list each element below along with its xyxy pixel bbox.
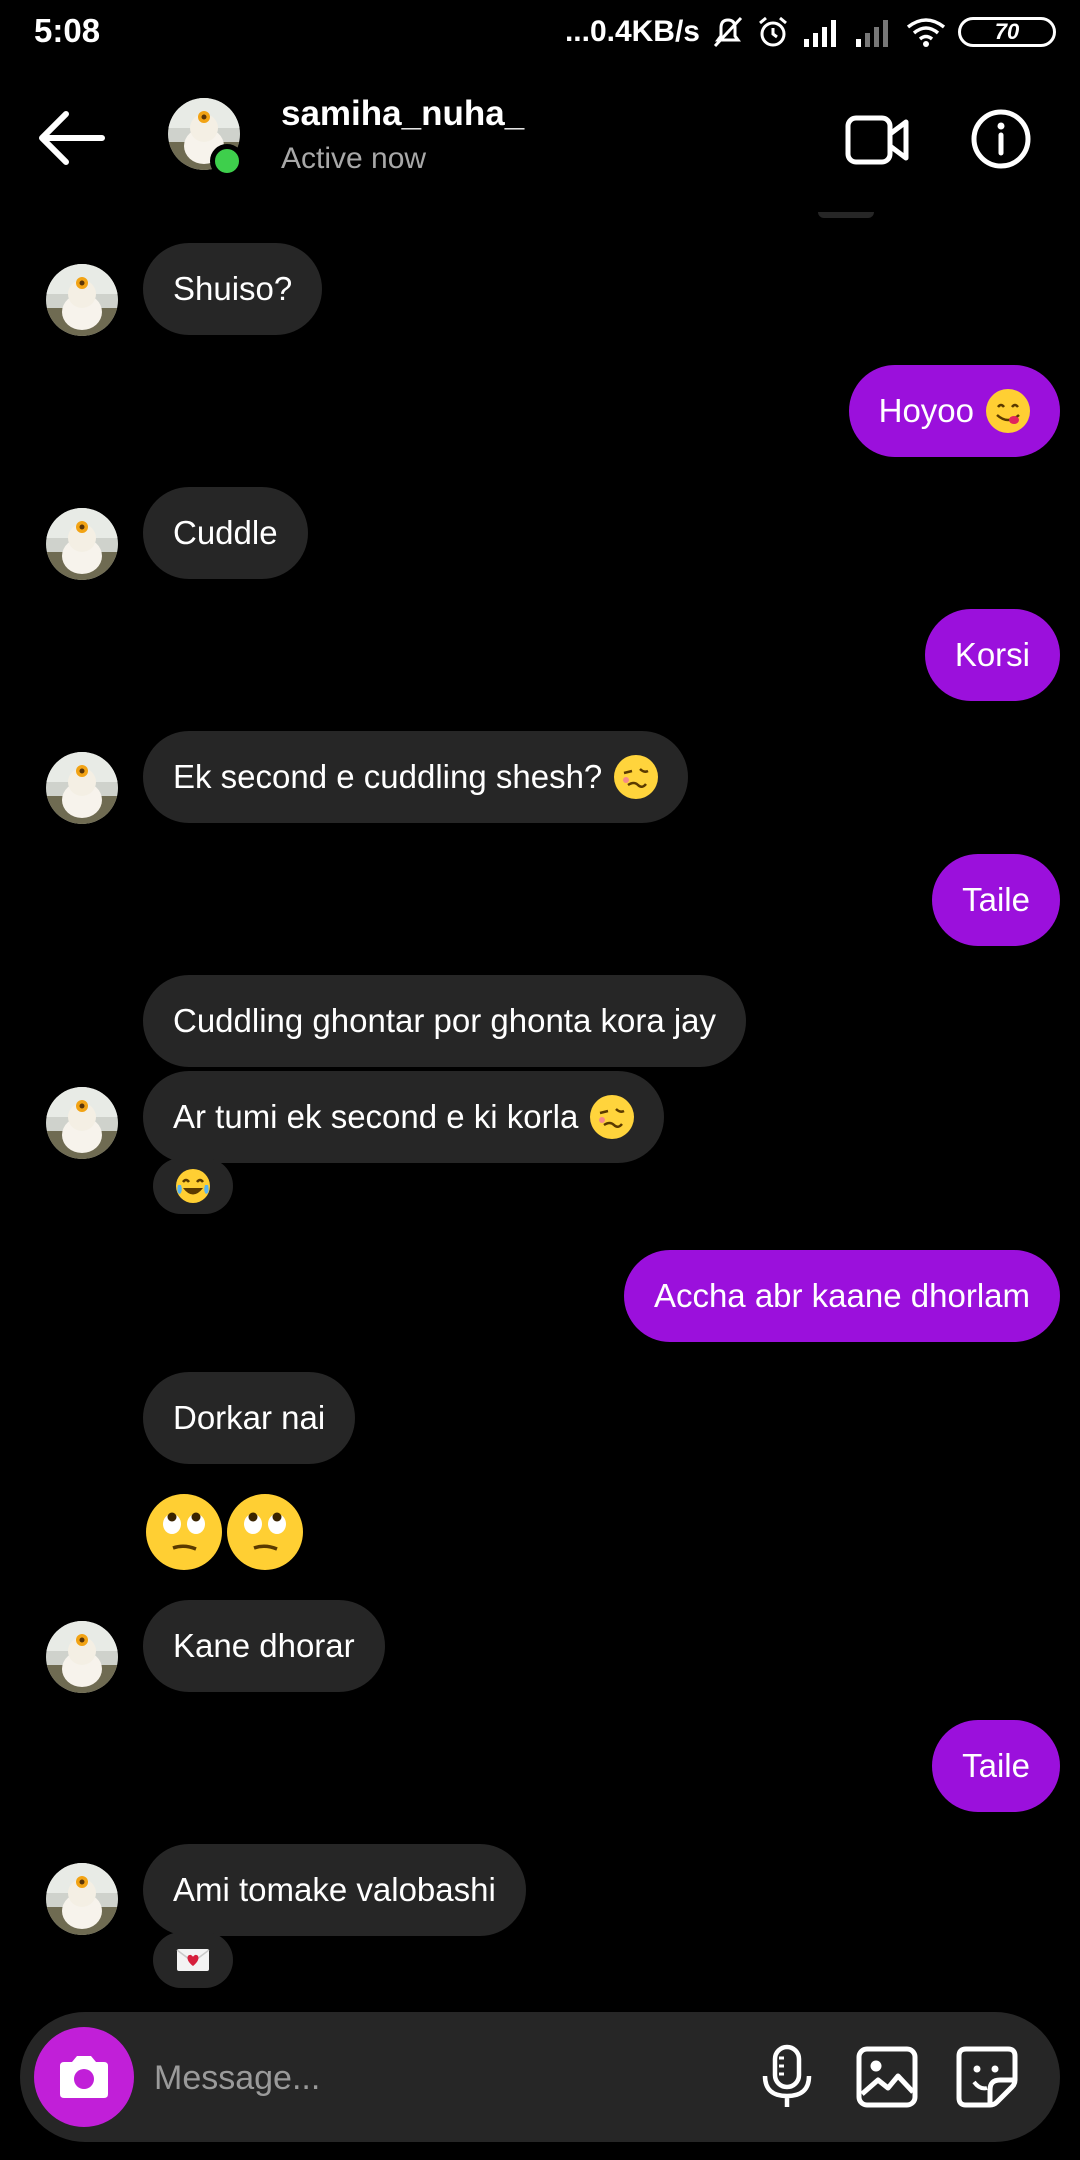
- message-text: Kane dhorar: [173, 1627, 355, 1664]
- camera-icon: [60, 2056, 108, 2098]
- sender-avatar[interactable]: [46, 508, 118, 580]
- microphone-icon[interactable]: [756, 2044, 818, 2110]
- message-incoming[interactable]: Cuddle: [143, 487, 308, 579]
- info-icon[interactable]: [970, 108, 1032, 170]
- message-text: Korsi: [954, 636, 1030, 673]
- message-incoming[interactable]: Dorkar nai: [143, 1372, 356, 1464]
- message-text: Cuddle: [173, 514, 278, 551]
- message-composer: [20, 2012, 1060, 2142]
- face-savoring-food-icon: [986, 389, 1030, 433]
- sender-avatar[interactable]: [46, 1087, 118, 1159]
- message-text: Shuiso?: [173, 270, 293, 307]
- woozy-face-icon: [590, 1095, 635, 1139]
- battery-indicator: 70: [958, 17, 1056, 47]
- status-time: 5:08: [34, 12, 101, 49]
- message-text: Hoyoo: [878, 392, 974, 429]
- sender-avatar[interactable]: [46, 1863, 118, 1935]
- message-input[interactable]: [152, 2047, 716, 2109]
- contact-active-status: Active now: [281, 142, 427, 175]
- alarm-icon: [759, 16, 787, 47]
- message-incoming[interactable]: Cuddling ghontar por ghonta kora jay: [143, 975, 747, 1067]
- message-outgoing[interactable]: Korsi: [924, 609, 1060, 701]
- sender-avatar[interactable]: [46, 264, 118, 336]
- video-camera-icon[interactable]: [844, 112, 910, 168]
- message-reaction[interactable]: [153, 1158, 233, 1214]
- message-thread[interactable]: Shuiso? Hoyoo Cuddle Korsi Ek second e c…: [0, 212, 1080, 2012]
- message-outgoing[interactable]: Accha abr kaane dhorlam: [623, 1250, 1060, 1342]
- network-speed: ...0.4KB/s: [564, 15, 700, 48]
- tears-of-joy-icon: [176, 1169, 210, 1203]
- message-text: Taile: [962, 881, 1030, 918]
- sticker-icon[interactable]: [954, 2044, 1020, 2110]
- wifi-icon: [906, 18, 946, 47]
- status-bar: 5:08 ...0.4KB/s 70: [0, 0, 1080, 64]
- arrow-left-icon[interactable]: [36, 108, 106, 168]
- sender-avatar[interactable]: [46, 752, 118, 824]
- message-text: Taile: [962, 1747, 1030, 1784]
- signal-icon: [804, 20, 836, 47]
- message-reaction[interactable]: [153, 1932, 233, 1988]
- message-text: Dorkar nai: [173, 1399, 326, 1436]
- message-incoming[interactable]: Ek second e cuddling shesh?: [143, 731, 689, 823]
- message-incoming[interactable]: Shuiso?: [143, 243, 323, 335]
- message-text: Accha abr kaane dhorlam: [653, 1277, 1030, 1314]
- signal-weak-icon: [856, 20, 888, 47]
- message-text: Ami tomake valobashi: [173, 1871, 496, 1908]
- camera-button[interactable]: [34, 2027, 134, 2127]
- message-outgoing[interactable]: Taile: [932, 1720, 1060, 1812]
- chat-header: samiha_nuha_ Active now: [0, 64, 1080, 212]
- message-outgoing[interactable]: Taile: [932, 854, 1060, 946]
- message-incoming[interactable]: Ami tomake valobashi: [143, 1844, 526, 1936]
- message-text: Cuddling ghontar por ghonta kora jay: [173, 1002, 717, 1039]
- message-text: Ar tumi ek second e ki korla: [173, 1098, 579, 1135]
- love-letter-icon: [176, 1949, 210, 1971]
- woozy-face-icon: [614, 755, 659, 799]
- face-with-rolling-eyes-icon[interactable]: [146, 1494, 222, 1570]
- message-outgoing[interactable]: Hoyoo: [848, 365, 1060, 457]
- contact-username[interactable]: samiha_nuha_: [281, 94, 524, 134]
- message-incoming[interactable]: Kane dhorar: [143, 1600, 385, 1692]
- online-status-dot: [210, 144, 244, 178]
- gallery-icon[interactable]: [854, 2044, 920, 2110]
- sender-avatar[interactable]: [46, 1621, 118, 1693]
- status-icons: ...0.4KB/s 70: [565, 10, 1056, 54]
- face-with-rolling-eyes-icon[interactable]: [227, 1494, 303, 1570]
- message-incoming[interactable]: Ar tumi ek second e ki korla: [143, 1071, 665, 1163]
- previous-message-edge: [818, 212, 874, 218]
- muted-bell-icon: [713, 16, 743, 48]
- message-text: Ek second e cuddling shesh?: [173, 758, 603, 795]
